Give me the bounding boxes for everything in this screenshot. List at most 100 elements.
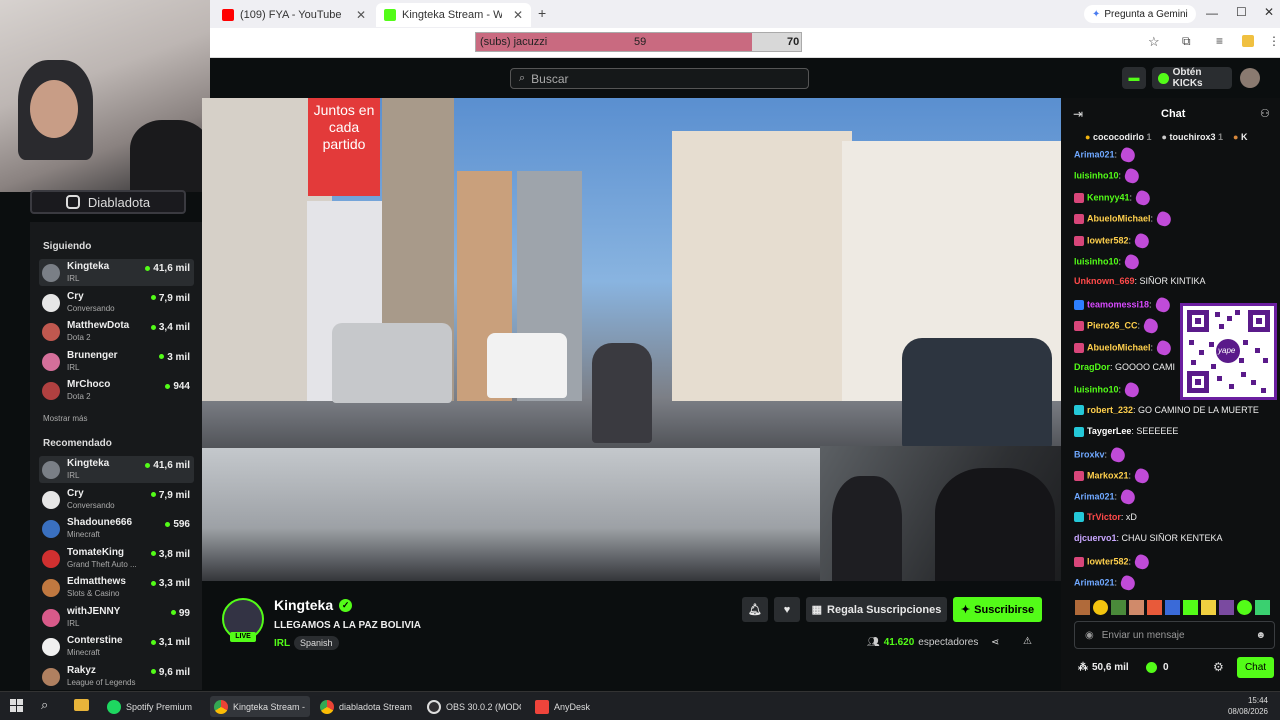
sidebar-channel-cry[interactable]: Cry Conversando 7,9 mil [39, 486, 194, 513]
emote-icon [1123, 381, 1142, 400]
emote-icon[interactable] [1075, 600, 1090, 615]
emoji-icon[interactable]: ☻ [1255, 630, 1266, 641]
sidebar-channel-brunenger[interactable]: Brunenger IRL 3 mil [39, 348, 194, 375]
gift-subs-button[interactable]: ▦ Regala Suscripciones [806, 597, 947, 622]
search-icon[interactable]: ⌕ [41, 697, 48, 713]
close-tab-icon[interactable]: ✕ [356, 8, 366, 22]
viewer-count: 41,6 mil [145, 460, 190, 471]
chat-username[interactable]: Broxkv [1074, 449, 1105, 459]
taskbar-spotify[interactable]: Spotify Premium [103, 696, 203, 717]
sidebar-channel-mrchoco[interactable]: MrChoco Dota 2 944 [39, 377, 194, 404]
close-window-icon[interactable]: ✕ [1264, 5, 1274, 19]
emote-icon[interactable] [1147, 600, 1162, 615]
chat-username[interactable]: AbueloMichael [1087, 214, 1151, 224]
sidebar-channel-withjenny[interactable]: withJENNY IRL 99 [39, 604, 194, 631]
emote-icon[interactable] [1165, 600, 1180, 615]
chat-username[interactable]: Kennyy41 [1087, 192, 1130, 202]
media-icon[interactable]: ≡ [1216, 34, 1223, 48]
category-link[interactable]: IRL [274, 638, 290, 649]
avatar [42, 490, 60, 509]
chat-settings-icon[interactable]: ⚙ [1213, 660, 1224, 674]
wallet-icon[interactable]: ▬ [1122, 67, 1146, 89]
taskbar-chrome-kingteka[interactable]: Kingteka Stream - ... [210, 696, 310, 717]
chat-username[interactable]: Markox21 [1087, 470, 1129, 480]
taskbar-obs[interactable]: OBS 30.0.2 (MODO ... [423, 696, 525, 717]
sidebar-channel-cry[interactable]: Cry Conversando 7,9 mil [39, 289, 194, 316]
obtain-kicks-button[interactable]: Obtén KICKs [1152, 67, 1232, 89]
report-icon[interactable]: ⚠ [1023, 636, 1032, 647]
show-more-link[interactable]: Mostrar más [43, 414, 87, 423]
emote-icon[interactable] [1201, 600, 1216, 615]
file-explorer-icon[interactable] [74, 699, 89, 711]
windows-start-icon[interactable] [10, 699, 23, 712]
language-tag[interactable]: Spanish [294, 636, 339, 650]
extension-icon[interactable] [1242, 35, 1254, 47]
emote-icon[interactable] [1111, 600, 1126, 615]
chat-username[interactable]: Arima021 [1074, 577, 1115, 587]
follow-heart-button[interactable]: ♥ [774, 597, 800, 622]
minimize-icon[interactable]: — [1206, 6, 1218, 20]
chat-username[interactable]: lowter582 [1087, 235, 1129, 245]
kicks-balance[interactable]: 0 [1146, 662, 1169, 673]
chat-username[interactable]: TrVictor [1087, 512, 1121, 522]
close-tab-icon[interactable]: ✕ [513, 8, 523, 22]
channel-name[interactable]: Kingteka [274, 597, 333, 613]
sub-badge-icon [1074, 405, 1084, 416]
sidebar-channel-tomateking[interactable]: TomateKing Grand Theft Auto ... 3,8 mil [39, 545, 194, 572]
sidebar-channel-edmatthews[interactable]: Edmatthews Slots & Casino 3,3 mil [39, 574, 194, 601]
emote-icon[interactable] [1219, 600, 1234, 615]
menu-icon[interactable]: ⋮ [1268, 34, 1280, 48]
leader-item[interactable]: ● K [1233, 132, 1247, 150]
sidebar-channel-rakyz[interactable]: Rakyz League of Legends 9,6 mil [39, 663, 194, 690]
leader-item[interactable]: ● touchirox3 1 [1162, 132, 1224, 150]
taskbar-anydesk[interactable]: AnyDesk [531, 696, 601, 717]
chat-username[interactable]: Arima021 [1074, 149, 1115, 159]
user-avatar[interactable] [1240, 68, 1260, 88]
taskbar-chrome-diabladota[interactable]: diabladota Stream ... [316, 696, 416, 717]
emote-icon [1119, 146, 1138, 164]
channel-category: Dota 2 [67, 333, 91, 342]
chat-username[interactable]: teamomessi18 [1087, 299, 1149, 309]
chat-send-button[interactable]: Chat [1237, 657, 1274, 678]
sidebar-channel-shadoune666[interactable]: Shadoune666 Minecraft 596 [39, 515, 194, 542]
chat-username[interactable]: djcuervo1 [1074, 533, 1117, 543]
sidebar-channel-kingteka[interactable]: Kingteka IRL 41,6 mil [39, 259, 194, 286]
emote-icon[interactable] [1129, 600, 1144, 615]
driver [935, 468, 1055, 581]
tab-kick[interactable]: Kingteka Stream - Watch Li ✕ [376, 3, 531, 27]
maximize-icon[interactable]: ☐ [1236, 5, 1247, 19]
bookmark-star-icon[interactable]: ☆ [1148, 34, 1160, 50]
chat-username[interactable]: luisinho10 [1074, 171, 1119, 181]
notification-bell-button[interactable]: 🔔︎ [742, 597, 768, 622]
subscribe-button[interactable]: ✦ Suscribirse [953, 597, 1042, 622]
extensions-icon[interactable]: ⧉ [1182, 34, 1191, 49]
chat-username[interactable]: robert_232 [1087, 405, 1133, 415]
chat-username[interactable]: Piero26_CC [1087, 321, 1138, 331]
clock[interactable]: 15:44 08/08/2026 [1228, 695, 1268, 717]
tab-youtube[interactable]: (109) FYA - YouTube ✕ [214, 3, 374, 27]
chat-username[interactable]: DragDor [1074, 362, 1110, 372]
channel-points[interactable]: ⁂ 50,6 mil [1078, 662, 1129, 673]
collapse-chat-icon[interactable]: ⇥ [1073, 107, 1083, 121]
emote-icon[interactable] [1237, 600, 1252, 615]
chat-username[interactable]: AbueloMichael [1087, 342, 1151, 352]
chat-username[interactable]: Unknown_669 [1074, 276, 1135, 286]
emote-icon[interactable] [1183, 600, 1198, 615]
chat-username[interactable]: lowter582 [1087, 556, 1129, 566]
chat-username[interactable]: luisinho10 [1074, 385, 1119, 395]
new-tab-button[interactable]: + [538, 5, 546, 21]
chat-username[interactable]: luisinho10 [1074, 256, 1119, 266]
sidebar-channel-kingteka[interactable]: Kingteka IRL 41,6 mil [39, 456, 194, 483]
emote-icon[interactable] [1255, 600, 1270, 615]
sidebar-channel-matthewdota[interactable]: MatthewDota Dota 2 3,4 mil [39, 318, 194, 345]
emote-icon[interactable] [1093, 600, 1108, 615]
chat-username[interactable]: TaygerLee [1087, 426, 1131, 436]
sidebar-channel-conterstine[interactable]: Conterstine Minecraft 3,1 mil [39, 633, 194, 660]
chat-username[interactable]: Arima021 [1074, 492, 1115, 502]
channel-name: Kingteka [67, 458, 110, 469]
search-input[interactable]: ⌕ Buscar [510, 68, 809, 89]
chat-users-icon[interactable]: ⚇ [1260, 107, 1270, 120]
chat-input[interactable]: ◉ Enviar un mensaje ☻ [1074, 621, 1275, 649]
share-icon[interactable]: ⋖ [991, 637, 999, 648]
gemini-button[interactable]: ✦ Pregunta a Gemini [1084, 5, 1196, 23]
